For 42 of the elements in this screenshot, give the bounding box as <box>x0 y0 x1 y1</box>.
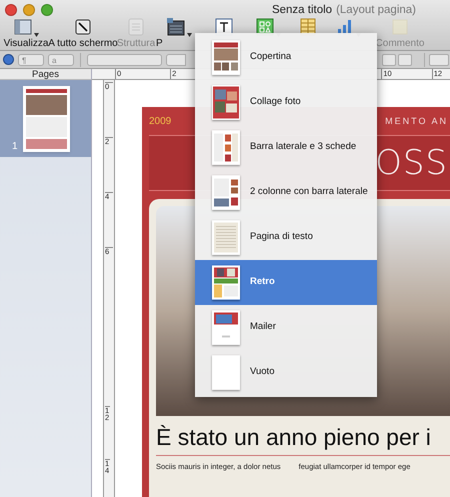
window-subtitle: (Layout pagina) <box>336 2 416 18</box>
caret-icon <box>34 33 39 37</box>
template-thumbnail <box>212 130 240 165</box>
template-thumbnail <box>212 265 240 300</box>
template-thumbnail <box>212 355 240 390</box>
sidebar-view-icon <box>13 17 33 37</box>
year-label: 2009 <box>149 115 172 129</box>
align-button[interactable] <box>429 54 449 66</box>
template-thumbnail <box>212 85 240 120</box>
note-icon <box>390 17 410 37</box>
font-size-popup[interactable] <box>166 54 186 66</box>
menu-item[interactable]: Vuoto <box>195 350 377 395</box>
outline-list-icon <box>126 17 146 37</box>
caret-icon <box>187 33 192 37</box>
page-thumbnail <box>22 86 70 152</box>
page-layout-icon <box>166 17 186 37</box>
template-thumbnail <box>212 310 240 345</box>
panel-header: Pages <box>0 69 91 80</box>
template-thumbnail <box>212 40 240 75</box>
close-button[interactable] <box>5 4 17 16</box>
menu-item[interactable]: Retro <box>195 260 377 305</box>
minimize-button[interactable] <box>23 4 35 16</box>
zoom-button[interactable] <box>41 4 53 16</box>
article-heading: È stato un anno pieno per i <box>156 423 432 452</box>
menu-item[interactable]: Mailer <box>195 305 377 350</box>
toolbar-button[interactable]: A tutto schermo <box>50 17 116 49</box>
styles-drawer-button[interactable] <box>3 54 14 65</box>
italic-button[interactable] <box>382 54 396 66</box>
menu-item[interactable]: Pagina di testo <box>195 215 377 260</box>
underline-button[interactable] <box>398 54 412 66</box>
toolbar-button[interactable]: Visualizza <box>2 17 50 49</box>
template-thumbnail <box>212 220 240 255</box>
menu-item[interactable]: Barra laterale e 3 schede <box>195 125 377 170</box>
page-number: 1 <box>12 142 18 152</box>
menu-item[interactable]: Collage foto <box>195 80 377 125</box>
menu-item[interactable]: 2 colonne con barra laterale <box>195 170 377 215</box>
fullscreen-icon <box>73 17 93 37</box>
template-thumbnail <box>212 175 240 210</box>
window-title: Senza titolo <box>272 2 332 18</box>
banner-text: MENTO AN <box>385 115 448 128</box>
newsletter-title: OSS <box>375 143 448 183</box>
font-popup[interactable] <box>87 54 162 66</box>
